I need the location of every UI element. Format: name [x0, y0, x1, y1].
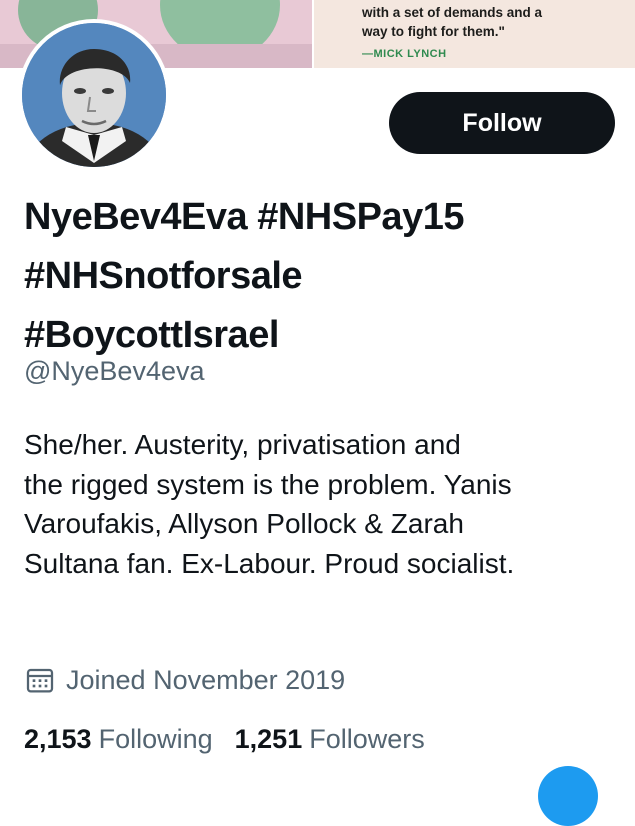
follow-button[interactable]: Follow: [389, 92, 615, 154]
follow-stats: 2,153 Following 1,251 Followers: [24, 724, 447, 755]
bio-line-2: the rigged system is the problem. Yanis: [24, 468, 512, 500]
joined-date: Joined November 2019: [24, 664, 345, 696]
avatar[interactable]: [18, 19, 170, 171]
compose-button[interactable]: [538, 766, 598, 826]
display-name-line-1: NyeBev4Eva #NHSPay15: [24, 196, 464, 238]
bio-line-4: Sultana fan. Ex-Labour. Proud socialist.: [24, 547, 515, 579]
banner-quote-author: —MICK LYNCH: [362, 48, 447, 60]
user-handle: @NyeBev4eva: [24, 356, 205, 386]
banner-quote: with a set of demands and a way to fight…: [362, 3, 612, 41]
followers-label: Followers: [309, 724, 425, 754]
bio-line-1: She/her. Austerity, privatisation and: [24, 429, 461, 460]
bio-line-3: Varoufakis, Allyson Pollock & Zarah: [24, 508, 464, 539]
followers-link[interactable]: 1,251 Followers: [235, 724, 425, 755]
avatar-portrait: [22, 23, 166, 167]
profile-bio: She/her. Austerity, privatisation and th…: [24, 425, 629, 583]
profile-photo: [22, 23, 166, 167]
following-label: Following: [98, 724, 213, 754]
following-count: 2,153: [24, 724, 92, 754]
following-link[interactable]: 2,153 Following: [24, 724, 213, 755]
banner-quote-line-2: way to fight for them.": [362, 24, 505, 39]
followers-count: 1,251: [234, 724, 303, 754]
banner-quote-line-1: with a set of demands and a: [362, 5, 543, 20]
display-name-line-2: #NHSnotforsale: [24, 255, 303, 297]
display-name: NyeBev4Eva #NHSPay15 #NHSnotforsale #Boy…: [24, 188, 624, 365]
joined-text: Joined November 2019: [66, 664, 346, 695]
calendar-icon: [26, 668, 54, 693]
